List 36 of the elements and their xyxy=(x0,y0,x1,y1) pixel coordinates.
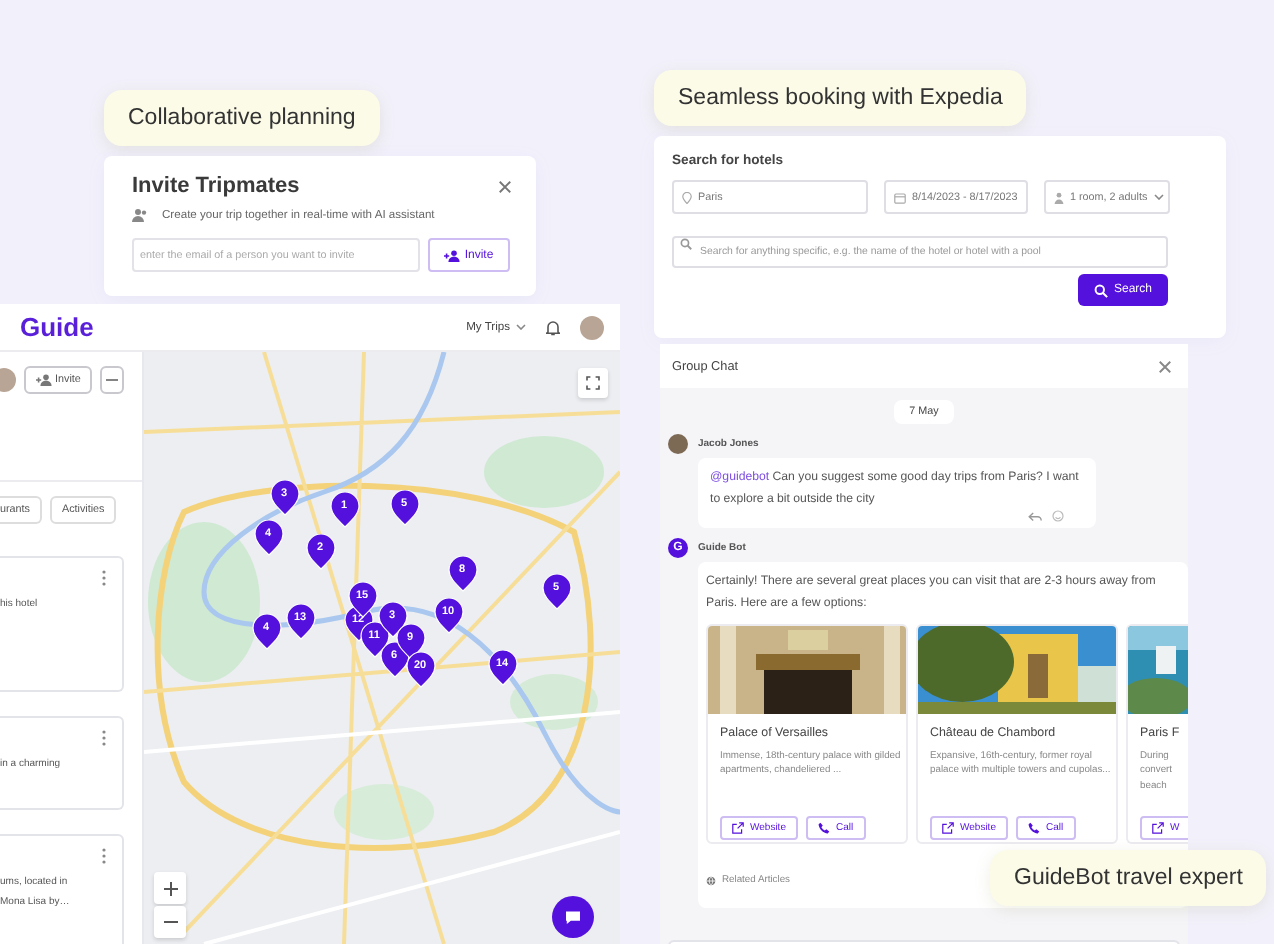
zoom-in-button[interactable] xyxy=(154,872,186,904)
person-icon xyxy=(1054,191,1064,203)
user-plus-icon xyxy=(35,374,52,386)
caret-icon xyxy=(516,324,526,330)
globe-icon xyxy=(706,875,716,886)
close-icon[interactable] xyxy=(498,179,512,193)
user-plus-icon xyxy=(444,249,461,261)
chat-icon xyxy=(564,909,582,925)
caret-icon xyxy=(1153,194,1164,200)
card-title: Invite Tripmates xyxy=(132,174,300,198)
phone-icon xyxy=(817,821,830,834)
logo[interactable]: Guide xyxy=(20,312,467,342)
minus-icon xyxy=(163,920,177,924)
phone-icon xyxy=(1027,821,1040,834)
fullscreen-icon xyxy=(586,376,600,390)
external-link-icon xyxy=(732,821,744,834)
location-icon xyxy=(682,191,692,203)
calendar-icon xyxy=(894,191,906,203)
search-icon xyxy=(680,238,692,250)
emoji-icon[interactable] xyxy=(1052,510,1064,523)
external-link-icon xyxy=(942,821,954,834)
fullscreen-button[interactable] xyxy=(578,368,608,398)
avatar[interactable] xyxy=(580,315,604,339)
external-link-icon xyxy=(1152,821,1164,834)
search-icon xyxy=(1093,283,1108,297)
caption-label: Collaborative planning xyxy=(104,90,380,146)
bell-icon[interactable] xyxy=(546,319,560,335)
more-button[interactable] xyxy=(100,366,124,394)
plus-icon xyxy=(163,881,177,895)
avatar xyxy=(668,434,688,454)
zoom-out-button[interactable] xyxy=(154,906,186,938)
reply-icon[interactable] xyxy=(1028,511,1042,522)
caption-label: GuideBot travel expert xyxy=(990,850,1267,906)
close-icon[interactable] xyxy=(1158,359,1172,373)
caption-label: Seamless booking with Expedia xyxy=(654,70,1027,126)
people-icon xyxy=(132,208,148,222)
